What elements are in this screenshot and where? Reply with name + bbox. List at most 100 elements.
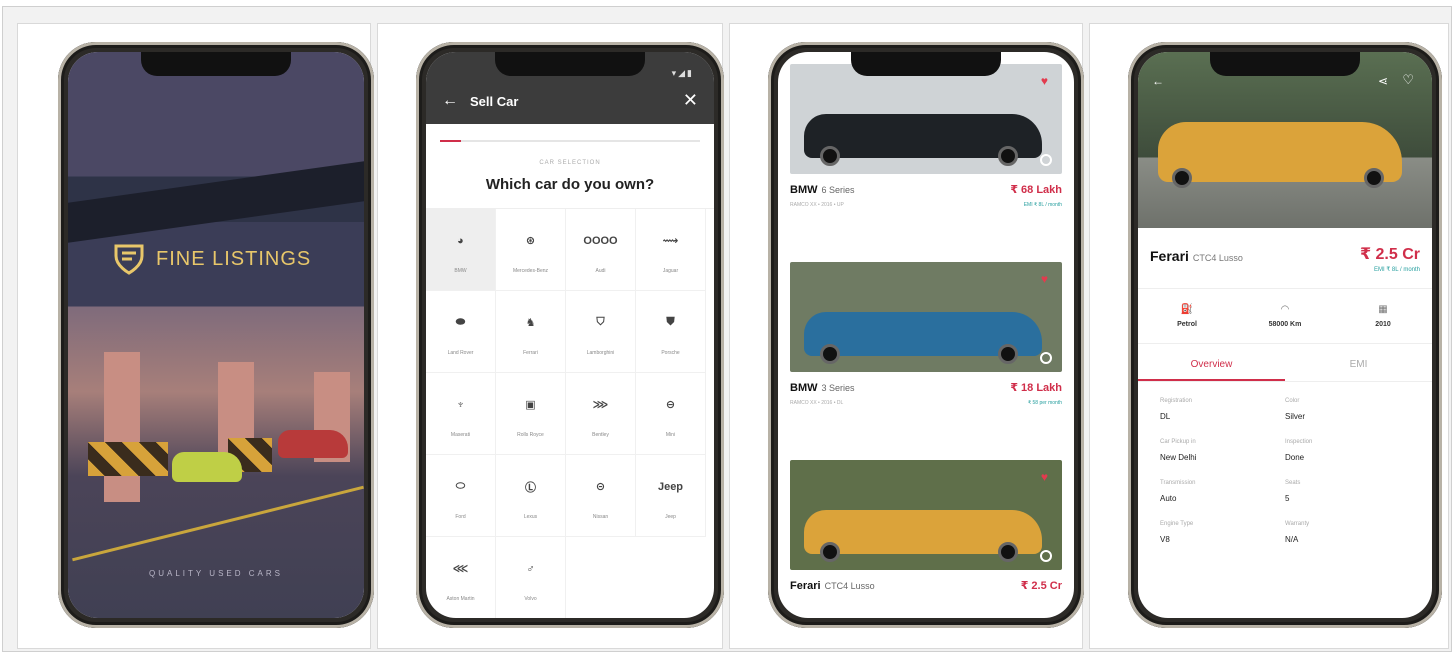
tab-overview[interactable]: Overview [1138,348,1285,381]
spec-label: Petrol [1177,321,1197,328]
brand-logo-icon: ⊝ [595,481,606,493]
car-photo[interactable]: ♥ [790,460,1062,570]
screenshot-frame: FINE LISTINGS QUALITY USED CARS ▾◢▮ ← Se… [2,6,1452,652]
brand-name: FINE LISTINGS [156,247,312,270]
step-label: CAR SELECTION [539,160,601,166]
brand-logo-icon: ⊛ [525,235,536,247]
heart-icon[interactable]: ♥ [1041,272,1048,286]
listing-title-row: Ferari CTC4 Lusso ₹ 2.5 Cr [790,576,1062,594]
attribute-value: Auto [1160,494,1177,503]
brand-option[interactable]: ⊖ Mini [636,373,706,455]
splash-background [68,52,364,618]
car-price: ₹ 18 Lakh [1010,382,1062,394]
heart-icon[interactable]: ♡ [1402,72,1414,88]
brand-name: BMW [454,267,467,274]
listing-card[interactable]: ♥ Ferari CTC4 Lusso ₹ 2.5 Cr [790,460,1062,598]
car-wheel [998,146,1018,166]
brand-grid: ◕ BMW ⊛ Mercedes-Benz OOOO Audi ⟿ Jaguar ⬬ Land R… [426,208,714,618]
attribute-value: Silver [1285,412,1306,421]
car-model: 6 Series [821,185,855,195]
back-arrow-icon[interactable]: ← [442,92,458,110]
panel-car-detail: ← ⋖ ♡ Ferari CTC4 Lusso ₹ 2.5 Cr EMI ₹ 8L… [1089,23,1449,649]
page-title: Sell Car [470,94,519,109]
shield-logo-icon [114,244,144,275]
brand-option[interactable]: ♞ Ferrari [496,291,566,373]
attribute-grid: Registration DL Color Silver Car Pickup in Ne… [1160,398,1410,544]
car-wheel [998,542,1018,562]
brand-option[interactable]: ⊛ Mercedes-Benz [496,209,566,291]
brand-option[interactable]: ⬭ Ford [426,455,496,537]
spec-label: 2010 [1375,321,1391,328]
car-price: ₹ 2.5 Cr [1359,246,1420,263]
heart-icon[interactable]: ♥ [1041,470,1048,484]
whatsapp-icon[interactable] [1040,352,1052,364]
brand-option[interactable]: ⛉ Lamborghini [566,291,636,373]
brand-name: Nissan [592,513,609,520]
brand-logo-icon: ⬬ [455,316,466,328]
brand-logo-icon: ♆ [456,398,465,411]
car-wheel [820,344,840,364]
car-make: Ferari [1150,248,1189,264]
brand-option[interactable]: ♆ Maserati [426,373,496,455]
brand-option[interactable]: ⟿ Jaguar [636,209,706,291]
listing-title-row: BMW 6 Series ₹ 68 Lakh [790,180,1062,198]
phone-notch [1210,52,1360,76]
brand-option[interactable]: ⬬ Land Rover [426,291,496,373]
listing-card[interactable]: ♥ BMW 6 Series ₹ 68 Lakh RAMCO XX • 2016 • U… [790,64,1062,208]
panel-splash: FINE LISTINGS QUALITY USED CARS [17,23,374,649]
close-icon[interactable]: ✕ [683,90,698,111]
share-icon[interactable]: ⋖ [1378,74,1388,88]
car-model: 3 Series [821,383,855,393]
car-make: Ferari [790,580,821,592]
brand-name: Jeep [665,513,676,520]
brand-logo-icon: ⬭ [455,480,466,492]
brand-name: Volvo [524,595,537,602]
brand-logo-icon: Jeep [657,480,684,493]
emi-link[interactable]: ₹ 58 per month [1028,400,1062,406]
attribute-value: 5 [1285,494,1290,503]
calendar-icon: ▦ [1378,304,1388,315]
fuel-icon: ⛽ [1180,304,1194,315]
car-photo[interactable]: ♥ [790,262,1062,372]
car-meta: RAMCO XX • 2016 • DL [790,400,844,406]
brand-option[interactable]: ◕ BMW [426,209,496,291]
emi-link[interactable]: EMI ₹ 8L / month [1374,266,1420,273]
attribute-key: Inspection [1285,439,1313,445]
brand-logo-icon: ♞ [525,317,536,329]
phone-sell-car: ▾◢▮ ← Sell Car ✕ CAR SELECTION Which car… [416,42,724,628]
car-photo[interactable]: ♥ [790,64,1062,174]
brand-logo-icon: ⛊ [666,316,675,328]
whatsapp-icon[interactable] [1040,154,1052,166]
car-model: CTC4 Lusso [1192,253,1243,263]
brand-option[interactable]: ⋙ Bentley [566,373,636,455]
attribute-key: Engine Type [1160,521,1194,527]
heart-icon[interactable]: ♥ [1041,74,1048,88]
listing-card[interactable]: ♥ BMW 3 Series ₹ 18 Lakh RAMCO XX • 2016 • D… [790,262,1062,406]
brand-option[interactable]: ⊝ Nissan [566,455,636,537]
brand-option[interactable]: OOOO Audi [566,209,636,291]
back-arrow-icon[interactable]: ← [1152,74,1164,88]
car-name: BMW 6 Series [790,180,855,198]
brand-logo-icon: ⛉ [596,316,605,328]
whatsapp-icon[interactable] [1040,550,1052,562]
phone-notch [851,52,1001,76]
brand-option[interactable]: ⛊ Porsche [636,291,706,373]
brand-tagline: QUALITY USED CARS [149,569,283,578]
brand-option[interactable]: Ⓛ Lexus [496,455,566,537]
brand-option[interactable]: ⋘ Aston Martin [426,537,496,618]
brand-option[interactable]: ▣ Rolls Royce [496,373,566,455]
car-wheel [820,542,840,562]
brand-logo-icon: ▣ [525,399,536,411]
brand-option[interactable]: Jeep Jeep [636,455,706,537]
phone-splash: FINE LISTINGS QUALITY USED CARS [58,42,374,628]
brand-option[interactable]: ♂ Volvo [496,537,566,618]
brand-name: Lamborghini [586,349,615,356]
attribute-item: Inspection Done [1285,439,1410,462]
emi-link[interactable]: EMI ₹ 8L / month [1024,202,1062,208]
attribute-value: New Delhi [1160,453,1197,462]
tab-emi[interactable]: EMI [1285,348,1432,381]
spec-label: 58000 Km [1268,321,1302,328]
attribute-item: Transmission Auto [1160,480,1285,503]
brand-name: Jaguar [662,267,679,274]
detail-tabs: Overview EMI [1138,348,1432,382]
